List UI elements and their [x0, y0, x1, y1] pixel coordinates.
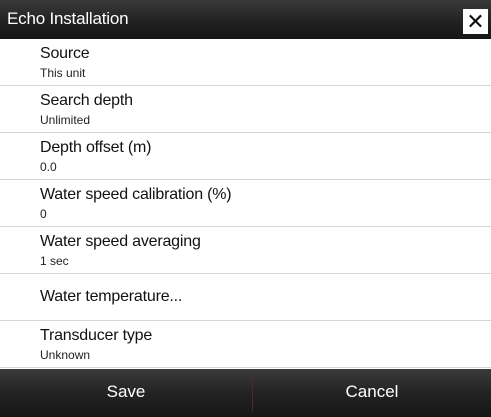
cancel-button[interactable]: Cancel — [253, 369, 491, 417]
close-icon[interactable]: ✕ — [463, 9, 488, 34]
item-label: Source — [40, 45, 90, 62]
list-item-source[interactable]: Source This unit — [0, 39, 491, 86]
item-value: 0 — [40, 207, 47, 221]
list-item-water-speed-calibration[interactable]: Water speed calibration (%) 0 — [0, 180, 491, 227]
list-item-depth-offset[interactable]: Depth offset (m) 0.0 — [0, 133, 491, 180]
item-label: Transducer type — [40, 327, 153, 344]
dialog-titlebar: Echo Installation ✕ — [0, 0, 491, 39]
list-item-transducer-type[interactable]: Transducer type Unknown — [0, 321, 491, 368]
list-item-search-depth[interactable]: Search depth Unlimited — [0, 86, 491, 133]
settings-list: Source This unit Search depth Unlimited … — [0, 39, 491, 369]
dialog-footer: Save Cancel — [0, 369, 491, 417]
dialog-title: Echo Installation — [7, 9, 129, 28]
item-value: This unit — [40, 66, 86, 80]
item-label: Water temperature... — [40, 288, 183, 305]
item-label: Water speed averaging — [40, 233, 201, 250]
item-value: 0.0 — [40, 160, 57, 174]
list-item-water-temperature[interactable]: Water temperature... — [0, 274, 491, 321]
item-value: Unlimited — [40, 113, 91, 127]
echo-installation-dialog: Echo Installation ✕ Source This unit Sea… — [0, 0, 491, 417]
list-item-water-speed-averaging[interactable]: Water speed averaging 1 sec — [0, 227, 491, 274]
item-label: Water speed calibration (%) — [40, 186, 232, 203]
save-button[interactable]: Save — [0, 369, 252, 417]
item-label: Search depth — [40, 92, 133, 109]
item-value: Unknown — [40, 348, 91, 362]
item-value: 1 sec — [40, 254, 69, 268]
item-label: Depth offset (m) — [40, 139, 152, 156]
